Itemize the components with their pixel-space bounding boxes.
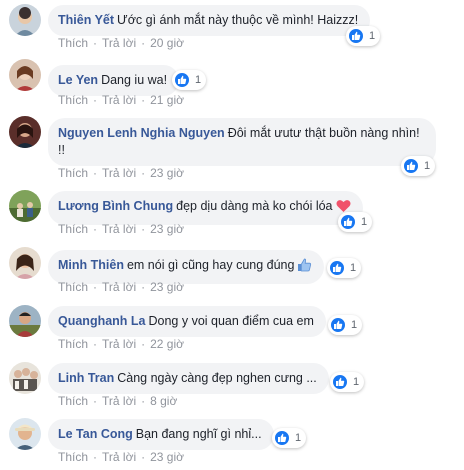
like-icon [348,28,364,44]
like-icon [332,374,348,390]
comment-author[interactable]: Minh Thiên [58,258,124,272]
reaction-count[interactable]: 1 [338,212,373,232]
comment-time[interactable]: 22 giờ [150,337,184,351]
comment-actions: Thích · Trả lời · 23 giờ [58,166,184,180]
comment-text: đẹp dịu dàng mà ko chói lóa [176,199,333,213]
comment-bubble: Thiên Yết Ước gì ánh mắt này thuộc về mìn… [48,5,371,36]
reaction-number: 1 [369,30,376,42]
avatar[interactable] [9,116,41,148]
comment-text: Càng ngày càng đẹp nghen cưng ... [117,371,317,385]
reaction-count[interactable]: 1 [272,428,307,448]
comment-author[interactable]: Thiên Yết [58,13,114,27]
like-link[interactable]: Thích [58,222,88,236]
comment-actions: Thích · Trả lời · 23 giờ [58,450,184,464]
like-icon [174,72,190,88]
reaction-number: 1 [195,74,202,86]
avatar[interactable] [9,305,41,337]
comment-bubble: Quanghanh La Dong y voi quan điểm cua em [48,306,326,337]
comment-time[interactable]: 21 giờ [150,93,184,107]
reaction-count[interactable]: 1 [330,372,365,392]
comment-time[interactable]: 23 giờ [150,280,184,294]
thumbs-up-icon [297,258,312,277]
reaction-count[interactable]: 1 [346,26,381,46]
comment-bubble: Minh Thiên em nói gì cũng hay cung đúng [48,250,325,284]
like-icon [403,158,419,174]
comment-bubble: Le Yen Dang iu wa! [48,65,180,96]
comment-actions: Thích · Trả lời · 23 giờ [58,280,184,294]
comment-text: Dang iu wa! [101,73,168,87]
reply-link[interactable]: Trả lời [102,36,136,50]
like-icon [329,260,345,276]
like-link[interactable]: Thích [58,166,88,180]
reaction-number: 1 [353,376,360,388]
reaction-count[interactable]: 1 [328,315,363,335]
comment-time[interactable]: 20 giờ [150,36,184,50]
like-icon [330,317,346,333]
reaction-number: 1 [424,160,431,172]
comment-bubble: Nguyen Lenh Nghia Nguyen Đôi mắt ưutư thậ… [48,118,436,166]
reply-link[interactable]: Trả lời [102,280,136,294]
comment-time[interactable]: 23 giờ [150,222,184,236]
comment-author[interactable]: Lương Bình Chung [58,199,173,213]
like-link[interactable]: Thích [58,93,88,107]
avatar[interactable] [9,418,41,450]
like-link[interactable]: Thích [58,394,88,408]
avatar[interactable] [9,4,41,36]
reaction-number: 1 [351,319,358,331]
like-link[interactable]: Thích [58,280,88,294]
comment-bubble: Linh Tran Càng ngày càng đẹp nghen cưng .… [48,363,329,394]
comment-author[interactable]: Nguyen Lenh Nghia Nguyen [58,126,225,140]
comment-actions: Thích · Trả lời · 8 giờ [58,394,178,408]
comment-actions: Thích · Trả lời · 23 giờ [58,222,184,236]
comment-actions: Thích · Trả lời · 20 giờ [58,36,184,50]
comment-time[interactable]: 23 giờ [150,450,184,464]
reply-link[interactable]: Trả lời [102,93,136,107]
comment-time[interactable]: 8 giờ [150,394,177,408]
comment-author[interactable]: Linh Tran [58,371,114,385]
avatar[interactable] [9,190,41,222]
like-link[interactable]: Thích [58,450,88,464]
comment-text: Dong y voi quan điểm cua em [148,314,314,328]
reaction-count[interactable]: 1 [401,156,436,176]
reply-link[interactable]: Trả lời [102,222,136,236]
avatar[interactable] [9,362,41,394]
like-icon [340,214,356,230]
comment-author[interactable]: Le Tan Cong [58,427,133,441]
comment-author[interactable]: Le Yen [58,73,98,87]
avatar[interactable] [9,59,41,91]
comment-text: em nói gì cũng hay cung đúng [126,258,295,272]
like-link[interactable]: Thích [58,337,88,351]
reaction-number: 1 [350,262,357,274]
like-link[interactable]: Thích [58,36,88,50]
comment-author[interactable]: Quanghanh La [58,314,146,328]
comment-bubble: Le Tan Cong Bạn đang nghĩ gì nhỉ... [48,419,274,450]
reaction-number: 1 [361,216,368,228]
comment-bubble: Lương Bình Chung đẹp dịu dàng mà ko chói … [48,191,363,225]
like-icon [274,430,290,446]
comment-time[interactable]: 23 giờ [150,166,184,180]
reply-link[interactable]: Trả lời [102,450,136,464]
comment-actions: Thích · Trả lời · 21 giờ [58,93,184,107]
reply-link[interactable]: Trả lời [102,337,136,351]
comment-text: Bạn đang nghĩ gì nhỉ... [135,427,262,441]
comment-actions: Thích · Trả lời · 22 giờ [58,337,184,351]
reply-link[interactable]: Trả lời [102,166,136,180]
comment-text: Ước gì ánh mắt này thuộc về mình! Haizzz… [117,13,359,27]
reaction-count[interactable]: 1 [327,258,362,278]
reply-link[interactable]: Trả lời [102,394,136,408]
reaction-number: 1 [295,432,302,444]
avatar[interactable] [9,247,41,279]
reaction-count[interactable]: 1 [172,70,207,90]
